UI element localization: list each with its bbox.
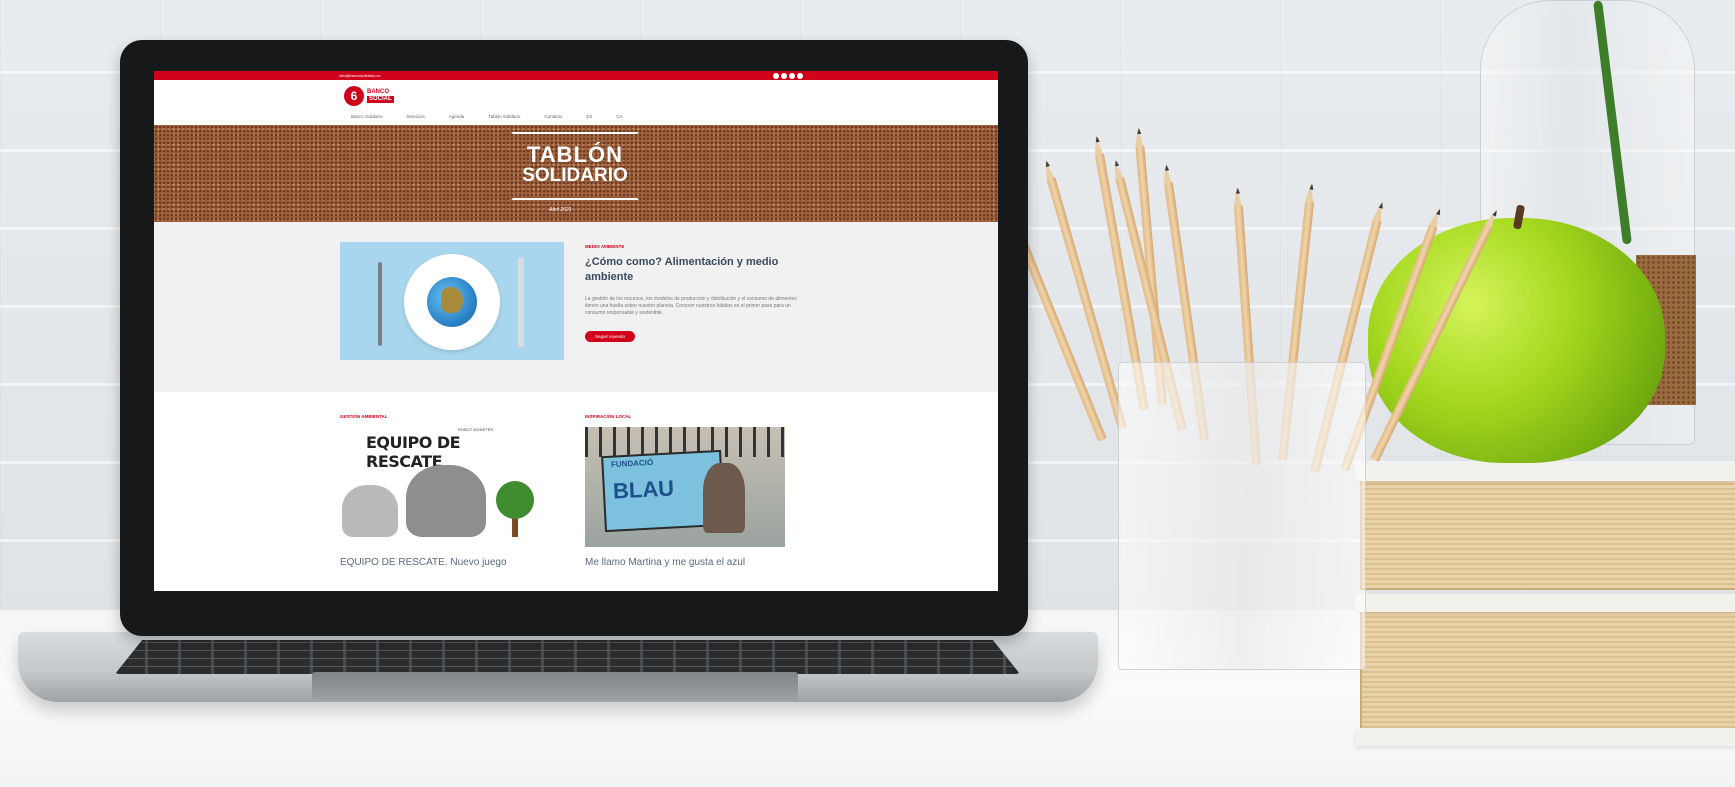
- social-icon[interactable]: [789, 72, 795, 79]
- pencil-cup: [1118, 362, 1366, 670]
- green-apple: [1368, 218, 1665, 463]
- book-bottom-cover: [1355, 594, 1735, 612]
- keyboard-rows: [115, 640, 1020, 674]
- nav-item-agenda[interactable]: Agenda: [449, 114, 465, 119]
- featured-article: Medio ambiente ¿Cómo como? Alimentación …: [154, 222, 998, 392]
- site-logo[interactable]: 6 BANCO SOCIAL: [344, 86, 394, 106]
- book-base-cover: [1355, 728, 1735, 746]
- book-top-cover: [1355, 463, 1735, 481]
- article-image[interactable]: FUNDACIÓ BLAU: [585, 427, 785, 547]
- feature-category[interactable]: Medio ambiente: [585, 244, 805, 249]
- logo-bottom: SOCIAL: [367, 96, 394, 103]
- article-category[interactable]: Gestión ambiental: [340, 414, 540, 419]
- logo-mark-icon: 6: [344, 86, 364, 106]
- nav-item-lang-ca[interactable]: CA: [616, 114, 622, 119]
- laptop-trackpad: [312, 672, 798, 700]
- article-card[interactable]: Inspiración local FUNDACIÓ BLAU Me llamo…: [585, 414, 785, 568]
- nav-item-contacto[interactable]: Contacto: [544, 114, 562, 119]
- site-topbar: info@bancosolidario.es: [154, 71, 998, 80]
- hero-subtitle: Abril 2021: [549, 207, 572, 213]
- knife-shape: [518, 257, 524, 347]
- book-bottom: [1360, 610, 1735, 738]
- laptop-screen: info@bancosolidario.es 6 BANCO SOCIAL Ba…: [154, 71, 998, 591]
- article-grid: Gestión ambiental ROBOT MONSTER EQUIPO D…: [154, 392, 998, 591]
- nav-item-banco-solidario[interactable]: Banco Solidario: [351, 114, 383, 119]
- feature-text: Medio ambiente ¿Cómo como? Alimentación …: [585, 244, 805, 343]
- image-tag: ROBOT MONSTER: [458, 427, 494, 432]
- tree-illustration: [496, 481, 534, 519]
- article-title[interactable]: Me llamo Martina y me gusta el azul: [585, 557, 785, 568]
- fork-shape: [378, 262, 382, 346]
- figure-illustration: [703, 463, 745, 533]
- nav-item-servicios[interactable]: Servicios: [407, 114, 425, 119]
- monster-illustration: [342, 485, 398, 537]
- topbar-contact[interactable]: info@bancosolidario.es: [339, 73, 381, 78]
- hero-banner: TABLÓN SOLIDARIO Abril 2021: [154, 125, 998, 222]
- globe-icon: [427, 277, 477, 327]
- logo-top: BANCO: [367, 89, 389, 95]
- feature-image[interactable]: [340, 242, 564, 360]
- nav-item-lang-es[interactable]: ES: [586, 114, 592, 119]
- monster-illustration: [406, 465, 486, 537]
- article-image[interactable]: ROBOT MONSTER EQUIPO DE RESCATE: [340, 427, 540, 547]
- article-card[interactable]: Gestión ambiental ROBOT MONSTER EQUIPO D…: [340, 414, 540, 568]
- article-title[interactable]: EQUIPO DE RESCATE. Nuevo juego: [340, 557, 540, 568]
- logo-text: BANCO SOCIAL: [367, 89, 394, 103]
- social-links: [773, 72, 803, 79]
- nav-item-tablon-solidario[interactable]: Tablón Solidario: [488, 114, 520, 119]
- main-nav: Banco Solidario Servicios Agenda Tablón …: [351, 114, 623, 119]
- social-icon[interactable]: [781, 72, 787, 79]
- read-more-button[interactable]: Seguir leyendo: [585, 331, 636, 342]
- site-header: 6 BANCO SOCIAL Banco Solidario Servicios…: [154, 80, 998, 125]
- article-category[interactable]: Inspiración local: [585, 414, 785, 419]
- hero-title-line2: SOLIDARIO: [522, 165, 628, 186]
- feature-title[interactable]: ¿Cómo como? Alimentación y medio ambient…: [585, 255, 805, 285]
- hero-title: TABLÓN SOLIDARIO: [511, 142, 639, 187]
- plate-shape: [404, 254, 500, 350]
- book-top: [1360, 478, 1735, 590]
- hero-title-line1: TABLÓN: [526, 142, 624, 167]
- feature-body: La gestión de los recursos, los modelos …: [585, 296, 797, 316]
- social-icon[interactable]: [773, 72, 779, 79]
- image-title: BLAU: [612, 475, 675, 504]
- social-icon[interactable]: [797, 72, 803, 79]
